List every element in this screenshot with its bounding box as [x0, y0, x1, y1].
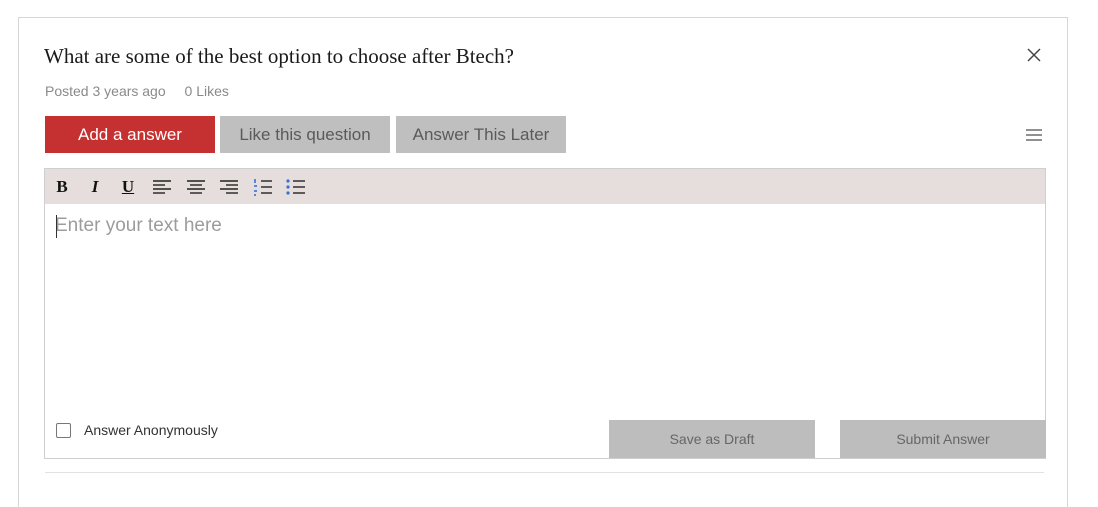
add-answer-button[interactable]: Add a answer: [45, 116, 215, 153]
divider: [45, 472, 1044, 473]
ordered-list-icon[interactable]: [252, 176, 274, 198]
align-right-icon[interactable]: [218, 176, 240, 198]
underline-icon[interactable]: U: [117, 176, 139, 198]
submit-answer-button[interactable]: Submit Answer: [840, 420, 1046, 458]
likes-count: 0 Likes: [184, 83, 229, 99]
answer-placeholder: Enter your text here: [55, 215, 222, 236]
align-center-icon[interactable]: [185, 176, 207, 198]
menu-icon[interactable]: [1025, 128, 1043, 142]
question-title: What are some of the best option to choo…: [44, 44, 514, 68]
anonymous-checkbox[interactable]: [56, 422, 71, 438]
posted-time: Posted 3 years ago: [45, 83, 166, 99]
save-draft-button[interactable]: Save as Draft: [609, 420, 815, 458]
question-meta: Posted 3 years ago 0 Likes: [45, 83, 229, 99]
answer-later-button[interactable]: Answer This Later: [396, 116, 566, 153]
italic-icon[interactable]: I: [84, 176, 106, 198]
anonymous-label: Answer Anonymously: [84, 422, 218, 438]
unordered-list-icon[interactable]: [285, 176, 307, 198]
anonymous-option[interactable]: Answer Anonymously: [56, 422, 218, 438]
editor-toolbar: B I U: [45, 169, 1045, 204]
close-icon[interactable]: [1024, 45, 1044, 65]
bold-icon[interactable]: B: [51, 176, 73, 198]
answer-text-input[interactable]: Enter your text here: [55, 215, 1035, 405]
align-left-icon[interactable]: [151, 176, 173, 198]
text-caret: [56, 215, 57, 238]
answer-editor: B I U Enter your text here Answer Anonym…: [44, 168, 1046, 459]
like-question-button[interactable]: Like this question: [220, 116, 390, 153]
question-card: What are some of the best option to choo…: [18, 17, 1068, 507]
